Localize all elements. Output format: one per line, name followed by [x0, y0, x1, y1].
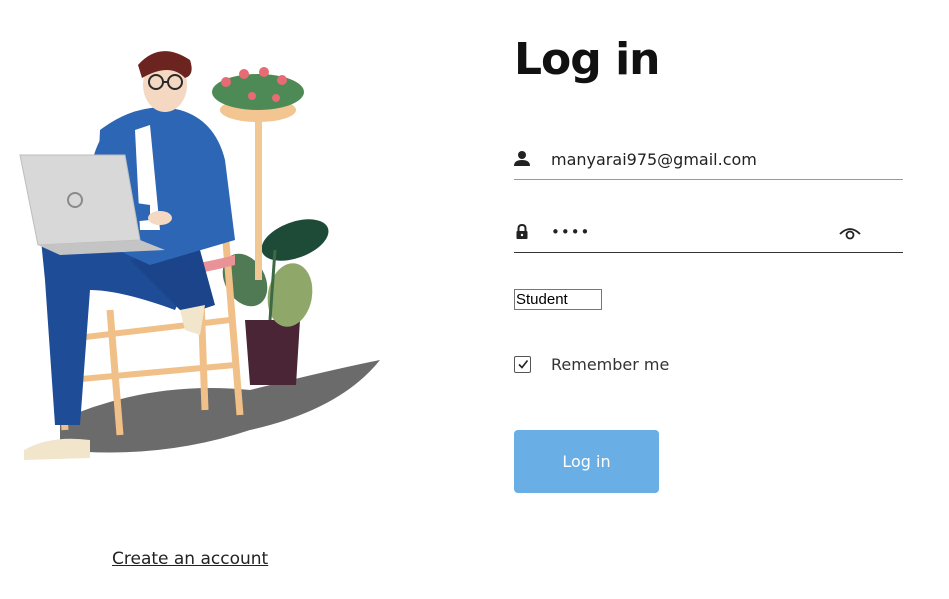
lock-icon	[514, 223, 530, 241]
email-field-group	[514, 141, 903, 180]
user-icon	[514, 150, 530, 168]
login-page: Create an account Log in manyarai975@gma…	[0, 0, 949, 599]
login-form: Log in manyarai975@gmail.com •••• Studen…	[514, 0, 904, 599]
eye-icon[interactable]	[838, 222, 862, 242]
remember-me-label: Remember me	[551, 354, 670, 374]
password-field-group	[514, 214, 903, 253]
checkmark-icon	[517, 360, 528, 369]
remember-me-toggle[interactable]: Remember me	[514, 354, 669, 374]
email-input[interactable]	[551, 145, 851, 173]
page-title: Log in	[514, 34, 660, 85]
login-button[interactable]: Log in	[514, 430, 659, 493]
remember-me-checkbox[interactable]	[514, 355, 531, 373]
password-input[interactable]	[551, 218, 851, 246]
role-select[interactable]: Student	[514, 289, 602, 310]
create-account-link[interactable]: Create an account	[112, 549, 268, 569]
person-laptop-illustration	[0, 40, 400, 480]
